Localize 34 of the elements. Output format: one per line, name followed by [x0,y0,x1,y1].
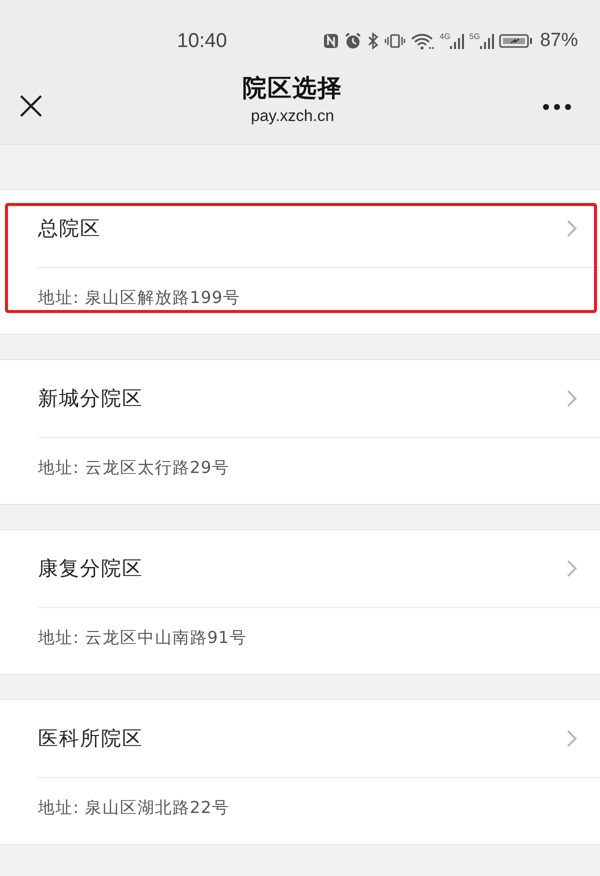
close-button[interactable] [19,94,43,118]
battery-percentage: 87% [540,30,578,52]
campus-card[interactable]: 新城分院区 地址: 云龙区太行路29号 [0,359,600,505]
signal-icon [480,33,494,49]
bluetooth-icon [366,32,379,50]
campus-address: 地址: 泉山区湖北路22号 [38,797,230,819]
campus-card[interactable]: 康复分院区 地址: 云龙区中山南路91号 [0,529,600,675]
more-icon [543,104,571,110]
alarm-icon [344,32,362,50]
campus-card[interactable]: 医科所院区 地址: 泉山区湖北路22号 [0,699,600,845]
status-time: 10:40 [177,30,228,52]
campus-address: 地址: 云龙区中山南路91号 [38,627,247,649]
campus-address: 地址: 泉山区解放路199号 [38,287,240,309]
wifi-icon [410,32,435,50]
signal-icon [450,33,464,49]
campus-name: 康复分院区 [38,555,143,582]
network-type-label: 5G [469,33,480,41]
chevron-right-icon [567,220,577,237]
vibrate-icon [384,32,406,50]
chevron-right-icon [567,560,577,577]
campus-address: 地址: 云龙区太行路29号 [38,457,230,479]
close-icon [20,95,42,117]
battery-icon [498,32,533,50]
campus-name: 新城分院区 [38,385,143,412]
campus-name: 医科所院区 [38,725,143,752]
chevron-right-icon [567,390,577,407]
page-url: pay.xzch.cn [250,107,334,127]
network-type-label: 4G [440,33,450,41]
nfc-icon [322,32,339,50]
page-title: 院区选择 [242,73,342,104]
campus-card[interactable]: 总院区 地址: 泉山区解放路199号 [0,189,600,335]
campus-name: 总院区 [38,215,101,242]
more-button[interactable] [542,103,572,111]
chevron-right-icon [567,730,577,747]
